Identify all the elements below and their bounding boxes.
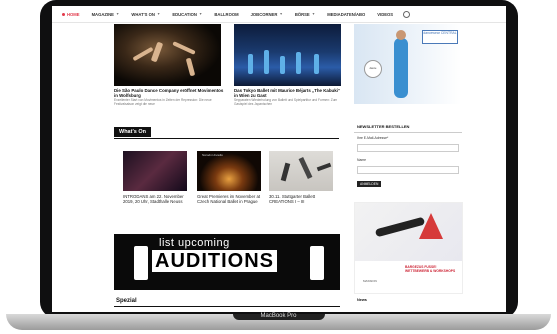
nav-label: WHAT'S ON: [131, 11, 155, 17]
dancer-silhouette-icon: [310, 246, 324, 280]
nav-label: JOBCORNER: [250, 11, 278, 17]
ad-background: [355, 203, 462, 261]
whats-on-header: What's On: [114, 127, 339, 139]
event-image-1[interactable]: [123, 151, 187, 191]
featured-image-2[interactable]: [234, 24, 341, 86]
divider: [354, 132, 462, 133]
name-field[interactable]: [357, 166, 459, 174]
sidebar-ad-workshop[interactable]: BARGEZUS FUSSE! WETTBEWERB & WORKSHOPS M…: [354, 202, 463, 294]
nav-label: BÖRSE: [294, 11, 310, 17]
event-image-2[interactable]: [197, 151, 261, 191]
event-title-2[interactable]: Great Premieres im November at Czech Nat…: [197, 194, 263, 204]
nav-item-home[interactable]: HOME: [52, 12, 86, 17]
browser-screen: HOME MAGAZINE ▼ WHAT'S ON ▼ EDUCATION ▼ …: [52, 6, 506, 312]
news-heading: News: [357, 298, 367, 302]
event-image-3[interactable]: [269, 151, 333, 191]
newsletter-title: NEWSLETTER BESTELLEN: [357, 124, 410, 129]
nav-item-videos[interactable]: VIDEOS: [371, 12, 399, 17]
device-model-label: MacBook Pro: [260, 313, 297, 319]
search-icon[interactable]: [403, 10, 411, 18]
event-image-overlay: Národní divadlo: [202, 153, 224, 157]
nav-label: BALLROOM: [214, 11, 239, 17]
ballerina-figure: [394, 38, 408, 98]
dancewear-logo: dancewear CENTRAL: [422, 30, 458, 44]
banner-line1: list upcoming: [159, 237, 230, 249]
nav-item-whats-on[interactable]: WHAT'S ON ▼: [125, 12, 166, 17]
ballerina-head: [396, 30, 406, 40]
name-label: Name: [357, 158, 367, 162]
main-nav: HOME MAGAZINE ▼ WHAT'S ON ▼ EDUCATION ▼ …: [52, 6, 506, 23]
nav-item-boerse[interactable]: BÖRSE ▼: [289, 12, 321, 17]
chevron-down-icon: ▼: [115, 12, 120, 16]
chevron-down-icon: ▼: [311, 12, 316, 16]
red-triangle-shape: [419, 213, 443, 239]
nav-item-ballroom[interactable]: BALLROOM: [208, 12, 244, 17]
nav-item-mediadaten[interactable]: MEDIADATEN/ABO: [321, 12, 371, 17]
ad-badge: dance: [364, 60, 382, 78]
featured-title-1[interactable]: Die São Paulo Dance Company eröffnet Mov…: [114, 88, 224, 98]
chevron-down-icon: ▼: [198, 12, 203, 16]
nav-label: HOME: [67, 11, 80, 17]
featured-excerpt-2: Sepparaten Wiederholung von Ballett und …: [234, 98, 338, 106]
email-field[interactable]: [357, 144, 459, 152]
divider: [114, 306, 340, 307]
event-title-1[interactable]: INTRODANS am 22. November 2019, 20 Uhr, …: [123, 194, 189, 204]
banner-line2: AUDITIONS: [152, 250, 277, 272]
nav-label: VIDEOS: [377, 11, 394, 17]
event-title-3[interactable]: 30.11. Stuttgarter Ballett CREATIONS I –…: [269, 194, 335, 204]
spezial-heading: Spezial: [116, 298, 137, 304]
nav-item-education[interactable]: EDUCATION ▼: [166, 12, 208, 17]
nav-item-magazine[interactable]: MAGAZINE ▼: [86, 12, 126, 17]
nav-label: EDUCATION: [172, 11, 197, 17]
nav-item-jobcorner[interactable]: JOBCORNER ▼: [245, 12, 289, 17]
ad-logo: MASSION: [363, 279, 377, 283]
nav-label: MAGAZINE: [91, 11, 114, 17]
featured-excerpt-1: Exzellenter Start von Movimentos in Zeit…: [114, 98, 212, 106]
dancer-silhouette-icon: [134, 246, 148, 280]
section-title: What's On: [114, 127, 151, 137]
subscribe-button[interactable]: ANMELDEN: [357, 181, 382, 187]
featured-image-1[interactable]: [114, 24, 221, 86]
nav-label: MEDIADATEN/ABO: [327, 11, 366, 17]
email-label: Ihre E-Mail-Adresse*: [357, 136, 389, 140]
chevron-down-icon: ▼: [279, 12, 283, 16]
featured-title-2[interactable]: Das Tokyo Ballet mit Maurice Béjarts „Th…: [234, 88, 344, 98]
sidebar-ad-dancewear[interactable]: dance dancewear CENTRAL: [354, 24, 461, 104]
home-dot-icon: [62, 12, 65, 16]
ad-text: BARGEZUS FUSSE! WETTBEWERB & WORKSHOPS: [405, 265, 456, 273]
chevron-down-icon: ▼: [156, 12, 161, 16]
auditions-banner[interactable]: list upcoming AUDITIONS: [114, 234, 340, 290]
